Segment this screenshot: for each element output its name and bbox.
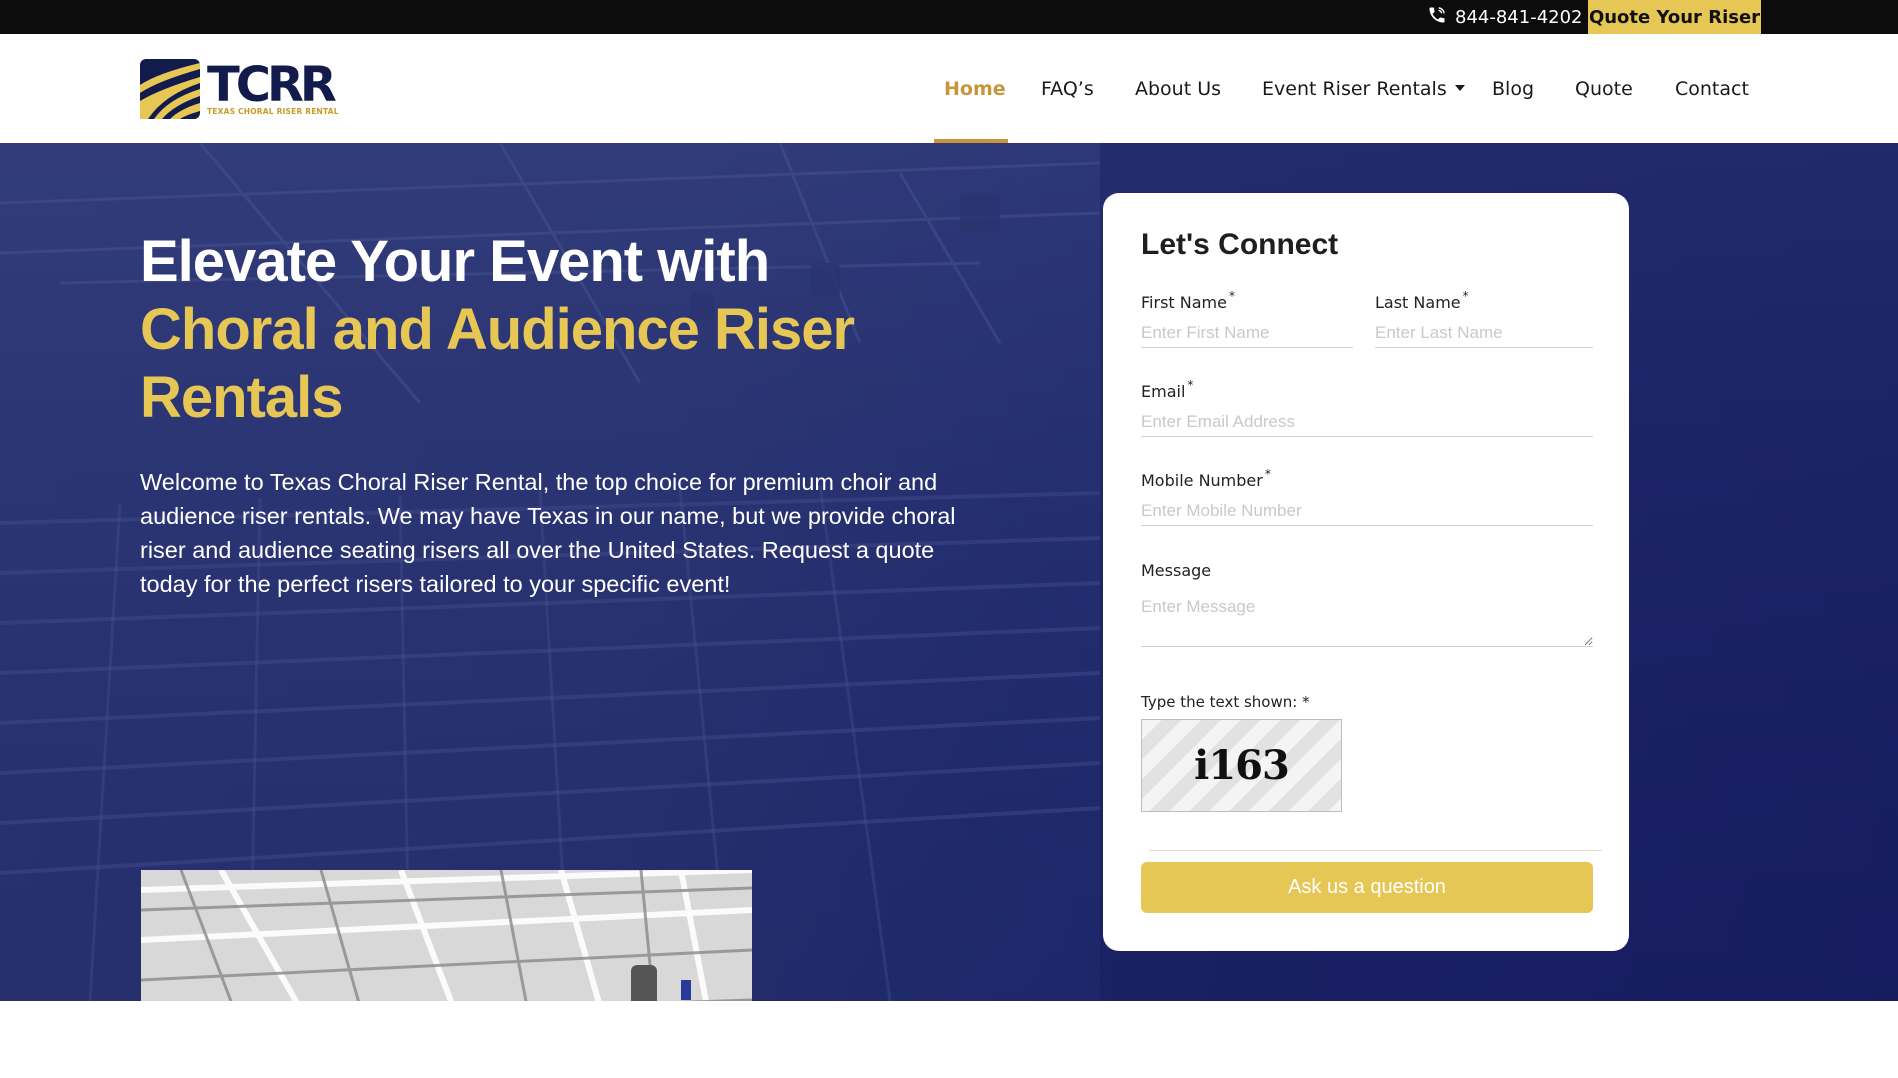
hero-title-line-1: Elevate Your Event with [140,229,770,294]
required-marker: * [1462,289,1469,303]
nav-event-riser-rentals-label: Event Riser Rentals [1262,77,1447,100]
nav-contact[interactable]: Contact [1675,34,1749,143]
phone-number: 844-841-4202 [1455,6,1583,28]
captcha-image: i163 [1141,719,1342,812]
contact-form-card: Let's Connect First Name* Last Name* Ema… [1103,193,1629,951]
hero-section: Elevate Your Event with Choral and Audie… [0,143,1898,1001]
hero-description: Welcome to Texas Choral Riser Rental, th… [140,469,956,597]
email-label-text: Email [1141,382,1186,401]
message-textarea[interactable] [1141,593,1593,647]
first-name-label-text: First Name [1141,293,1227,312]
email-input[interactable] [1141,407,1593,437]
hero-title-line-2: Choral and Audience Riser Rentals [140,297,855,430]
nav-quote[interactable]: Quote [1575,34,1633,143]
nav-event-riser-rentals[interactable]: Event Riser Rentals [1262,34,1465,143]
mobile-number-input[interactable] [1141,496,1593,526]
chevron-down-icon [1454,84,1465,91]
top-bar: 844-841-4202 Quote Your Riser [0,0,1898,34]
form-title: Let's Connect [1141,228,1339,261]
main-nav: Home FAQ’s About Us Event Riser Rentals … [0,34,1898,143]
form-divider [1149,850,1602,851]
nav-home[interactable]: Home [944,34,1006,143]
nav-faqs[interactable]: FAQ’s [1041,34,1094,143]
site-header: TCRR TEXAS CHORAL RISER RENTAL Home FAQ’… [0,34,1898,143]
quote-your-riser-button[interactable]: Quote Your Riser [1588,0,1761,34]
message-label: Message [1141,561,1212,580]
first-name-label: First Name * [1141,289,1235,312]
required-marker: * [1264,467,1271,481]
nav-about-us[interactable]: About Us [1135,34,1221,143]
hero-title: Elevate Your Event with Choral and Audie… [140,228,940,432]
last-name-label: Last Name * [1375,289,1469,312]
last-name-label-text: Last Name [1375,293,1461,312]
nav-blog[interactable]: Blog [1492,34,1534,143]
required-marker: * [1187,378,1194,392]
mobile-label: Mobile Number * [1141,467,1271,490]
first-name-input[interactable] [1141,318,1353,348]
ask-question-button[interactable]: Ask us a question [1141,862,1593,913]
captcha-text: i163 [1194,742,1290,789]
email-label: Email * [1141,378,1193,401]
phone-link[interactable]: 844-841-4202 [1427,0,1583,34]
riser-photo [141,870,752,1001]
captcha-label: Type the text shown: * [1141,693,1310,711]
phone-icon [1427,5,1447,30]
mobile-label-text: Mobile Number [1141,471,1263,490]
required-marker: * [1228,289,1235,303]
last-name-input[interactable] [1375,318,1593,348]
